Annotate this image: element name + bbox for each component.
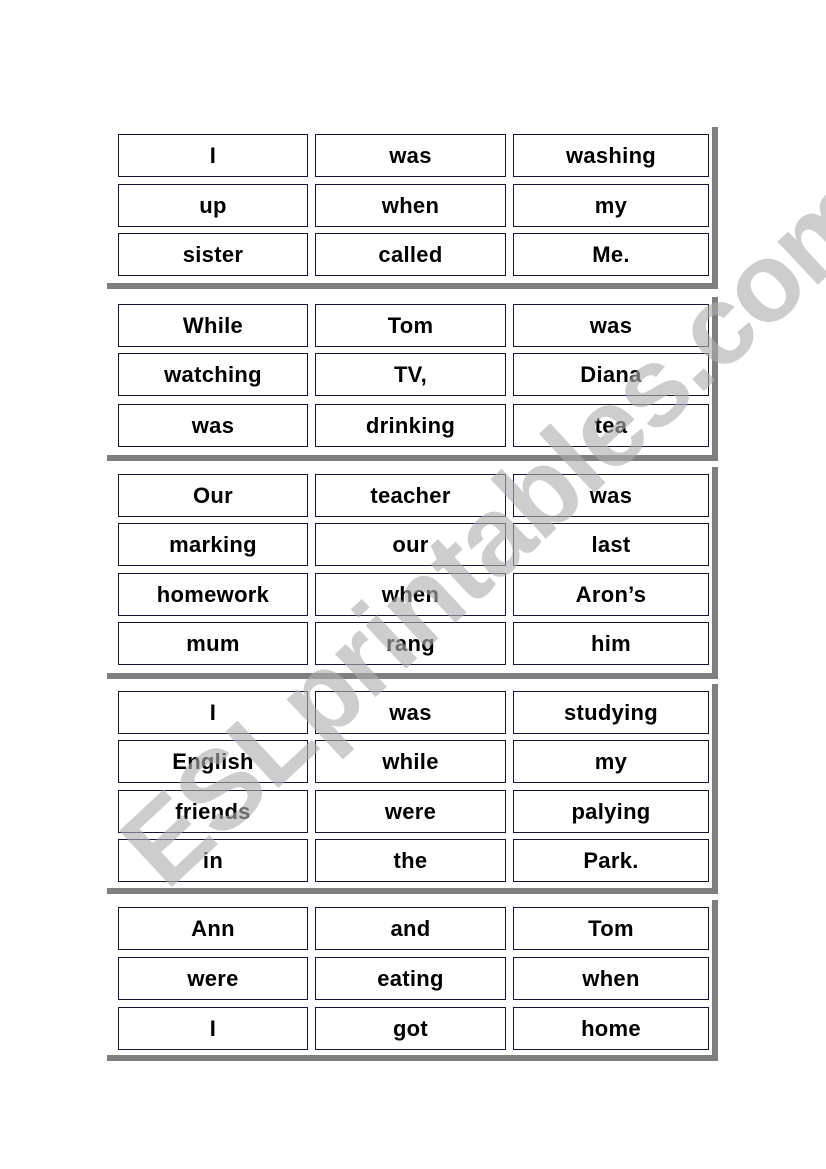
word-card[interactable]: Ann: [118, 907, 308, 950]
word-card[interactable]: up: [118, 184, 308, 227]
word-card[interactable]: palying: [513, 790, 709, 833]
frame-shadow-bottom: [107, 673, 718, 679]
frame-shadow-bottom: [107, 283, 718, 289]
word-card[interactable]: rang: [315, 622, 506, 665]
word-card[interactable]: watching: [118, 353, 308, 396]
word-card[interactable]: washing: [513, 134, 709, 177]
word-card[interactable]: while: [315, 740, 506, 783]
word-card[interactable]: I: [118, 691, 308, 734]
word-card[interactable]: was: [315, 691, 506, 734]
word-card[interactable]: tea: [513, 404, 709, 447]
word-card[interactable]: got: [315, 1007, 506, 1050]
word-card[interactable]: was: [513, 474, 709, 517]
word-card[interactable]: Aron’s: [513, 573, 709, 616]
frame-shadow-right: [712, 297, 718, 461]
sentence-card-2: While Tom was watching TV, Diana was dri…: [107, 297, 718, 461]
word-card[interactable]: my: [513, 740, 709, 783]
word-card[interactable]: English: [118, 740, 308, 783]
frame-shadow-bottom: [107, 455, 718, 461]
word-card[interactable]: drinking: [315, 404, 506, 447]
word-card[interactable]: were: [118, 957, 308, 1000]
frame-shadow-right: [712, 127, 718, 289]
frame-shadow-right: [712, 900, 718, 1061]
sentence-card-1: I was washing up when my sister called M…: [107, 127, 718, 289]
word-card[interactable]: the: [315, 839, 506, 882]
word-card[interactable]: Our: [118, 474, 308, 517]
sentence-card-3: Our teacher was marking our last homewor…: [107, 467, 718, 679]
worksheet-page: I was washing up when my sister called M…: [0, 0, 826, 1169]
word-card[interactable]: sister: [118, 233, 308, 276]
word-card[interactable]: I: [118, 134, 308, 177]
word-card[interactable]: our: [315, 523, 506, 566]
word-card[interactable]: was: [513, 304, 709, 347]
frame-shadow-right: [712, 467, 718, 679]
word-card[interactable]: marking: [118, 523, 308, 566]
word-card[interactable]: friends: [118, 790, 308, 833]
word-card[interactable]: TV,: [315, 353, 506, 396]
word-card[interactable]: was: [315, 134, 506, 177]
word-card[interactable]: homework: [118, 573, 308, 616]
word-card[interactable]: when: [513, 957, 709, 1000]
word-card[interactable]: I: [118, 1007, 308, 1050]
word-card[interactable]: Tom: [315, 304, 506, 347]
word-card[interactable]: mum: [118, 622, 308, 665]
frame-shadow-bottom: [107, 1055, 718, 1061]
frame-shadow-bottom: [107, 888, 718, 894]
word-card[interactable]: Tom: [513, 907, 709, 950]
word-card[interactable]: when: [315, 184, 506, 227]
word-card[interactable]: and: [315, 907, 506, 950]
word-card[interactable]: when: [315, 573, 506, 616]
word-card[interactable]: was: [118, 404, 308, 447]
frame-shadow-right: [712, 684, 718, 894]
sentence-card-5: Ann and Tom were eating when I got home: [107, 900, 718, 1061]
word-card[interactable]: were: [315, 790, 506, 833]
word-card[interactable]: called: [315, 233, 506, 276]
word-card[interactable]: While: [118, 304, 308, 347]
word-card[interactable]: Park.: [513, 839, 709, 882]
word-card[interactable]: in: [118, 839, 308, 882]
word-card[interactable]: him: [513, 622, 709, 665]
word-card[interactable]: teacher: [315, 474, 506, 517]
word-card[interactable]: studying: [513, 691, 709, 734]
word-card[interactable]: Me.: [513, 233, 709, 276]
word-card[interactable]: home: [513, 1007, 709, 1050]
word-card[interactable]: eating: [315, 957, 506, 1000]
word-card[interactable]: last: [513, 523, 709, 566]
word-card[interactable]: Diana: [513, 353, 709, 396]
sentence-card-4: I was studying English while my friends …: [107, 684, 718, 894]
word-card[interactable]: my: [513, 184, 709, 227]
